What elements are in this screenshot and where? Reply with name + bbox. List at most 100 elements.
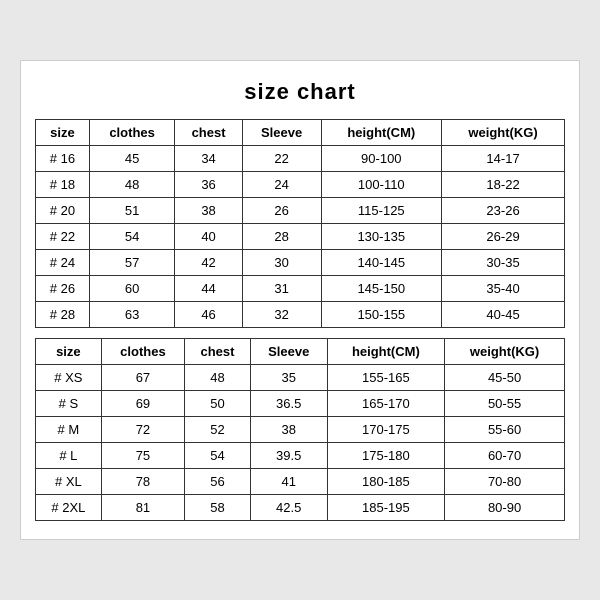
column-header: size — [36, 120, 90, 146]
size-chart-card: size chart sizeclotheschestSleeveheight(… — [20, 60, 580, 540]
table-cell: 150-155 — [321, 302, 442, 328]
table-cell: 50 — [185, 391, 251, 417]
table-cell: 35 — [250, 365, 327, 391]
table-cell: 45-50 — [445, 365, 565, 391]
column-header: height(CM) — [327, 339, 445, 365]
table-cell: 180-185 — [327, 469, 445, 495]
table-row: # 1645342290-10014-17 — [36, 146, 565, 172]
table-cell: # XL — [36, 469, 102, 495]
table-cell: 55-60 — [445, 417, 565, 443]
table-cell: 38 — [175, 198, 242, 224]
table-row: # 24574230140-14530-35 — [36, 250, 565, 276]
table-cell: 165-170 — [327, 391, 445, 417]
table-cell: 35-40 — [442, 276, 565, 302]
size-table-2: sizeclotheschestSleeveheight(CM)weight(K… — [35, 338, 565, 521]
table-cell: 36 — [175, 172, 242, 198]
table-row: # S695036.5165-17050-55 — [36, 391, 565, 417]
table-cell: 18-22 — [442, 172, 565, 198]
table-cell: 38 — [250, 417, 327, 443]
table-cell: # 22 — [36, 224, 90, 250]
table-row: # XS674835155-16545-50 — [36, 365, 565, 391]
table-cell: 130-135 — [321, 224, 442, 250]
table-cell: # 20 — [36, 198, 90, 224]
table-cell: 75 — [101, 443, 184, 469]
table-cell: # 16 — [36, 146, 90, 172]
table-cell: # 24 — [36, 250, 90, 276]
table-cell: 45 — [89, 146, 175, 172]
table-cell: # M — [36, 417, 102, 443]
column-header: weight(KG) — [442, 120, 565, 146]
table-cell: 42.5 — [250, 495, 327, 521]
table-row: # M725238170-17555-60 — [36, 417, 565, 443]
table-cell: # S — [36, 391, 102, 417]
table-cell: 145-150 — [321, 276, 442, 302]
table-cell: 23-26 — [442, 198, 565, 224]
table-cell: # 18 — [36, 172, 90, 198]
table-cell: 14-17 — [442, 146, 565, 172]
table-cell: 70-80 — [445, 469, 565, 495]
table-cell: 72 — [101, 417, 184, 443]
table-cell: 54 — [185, 443, 251, 469]
table-cell: 36.5 — [250, 391, 327, 417]
table-cell: 185-195 — [327, 495, 445, 521]
table-cell: # 26 — [36, 276, 90, 302]
table-cell: 46 — [175, 302, 242, 328]
table-cell: 24 — [242, 172, 321, 198]
table-cell: 67 — [101, 365, 184, 391]
column-header: weight(KG) — [445, 339, 565, 365]
size-table-1: sizeclotheschestSleeveheight(CM)weight(K… — [35, 119, 565, 328]
table-cell: # 2XL — [36, 495, 102, 521]
column-header: clothes — [89, 120, 175, 146]
table-cell: # XS — [36, 365, 102, 391]
column-header: clothes — [101, 339, 184, 365]
table-cell: 69 — [101, 391, 184, 417]
table-cell: 51 — [89, 198, 175, 224]
table-cell: 31 — [242, 276, 321, 302]
table-cell: 58 — [185, 495, 251, 521]
column-header: chest — [185, 339, 251, 365]
table-cell: 57 — [89, 250, 175, 276]
table-cell: 170-175 — [327, 417, 445, 443]
table-cell: 63 — [89, 302, 175, 328]
column-header: height(CM) — [321, 120, 442, 146]
table-cell: 40-45 — [442, 302, 565, 328]
table-row: # 26604431145-15035-40 — [36, 276, 565, 302]
column-header: Sleeve — [250, 339, 327, 365]
table-cell: 28 — [242, 224, 321, 250]
table1-header-row: sizeclotheschestSleeveheight(CM)weight(K… — [36, 120, 565, 146]
table-cell: 78 — [101, 469, 184, 495]
table-row: # 28634632150-15540-45 — [36, 302, 565, 328]
table-row: # 20513826115-12523-26 — [36, 198, 565, 224]
table2-body: # XS674835155-16545-50# S695036.5165-170… — [36, 365, 565, 521]
table-cell: 30 — [242, 250, 321, 276]
table-cell: 52 — [185, 417, 251, 443]
table-cell: 56 — [185, 469, 251, 495]
table-cell: 90-100 — [321, 146, 442, 172]
chart-title: size chart — [35, 79, 565, 105]
table-cell: 81 — [101, 495, 184, 521]
table-row: # XL785641180-18570-80 — [36, 469, 565, 495]
table-cell: 32 — [242, 302, 321, 328]
table-cell: 48 — [185, 365, 251, 391]
table2-header-row: sizeclotheschestSleeveheight(CM)weight(K… — [36, 339, 565, 365]
table-cell: 50-55 — [445, 391, 565, 417]
table-cell: 155-165 — [327, 365, 445, 391]
table-cell: 54 — [89, 224, 175, 250]
table-cell: 30-35 — [442, 250, 565, 276]
table-cell: 115-125 — [321, 198, 442, 224]
table-cell: 175-180 — [327, 443, 445, 469]
table-row: # 18483624100-11018-22 — [36, 172, 565, 198]
table-cell: # 28 — [36, 302, 90, 328]
table-row: # 22544028130-13526-29 — [36, 224, 565, 250]
table-cell: 26 — [242, 198, 321, 224]
table-cell: 100-110 — [321, 172, 442, 198]
table-cell: 34 — [175, 146, 242, 172]
table-cell: # L — [36, 443, 102, 469]
table-cell: 140-145 — [321, 250, 442, 276]
table-cell: 42 — [175, 250, 242, 276]
table-cell: 39.5 — [250, 443, 327, 469]
table1-body: # 1645342290-10014-17# 18483624100-11018… — [36, 146, 565, 328]
column-header: chest — [175, 120, 242, 146]
table-cell: 22 — [242, 146, 321, 172]
table-cell: 80-90 — [445, 495, 565, 521]
